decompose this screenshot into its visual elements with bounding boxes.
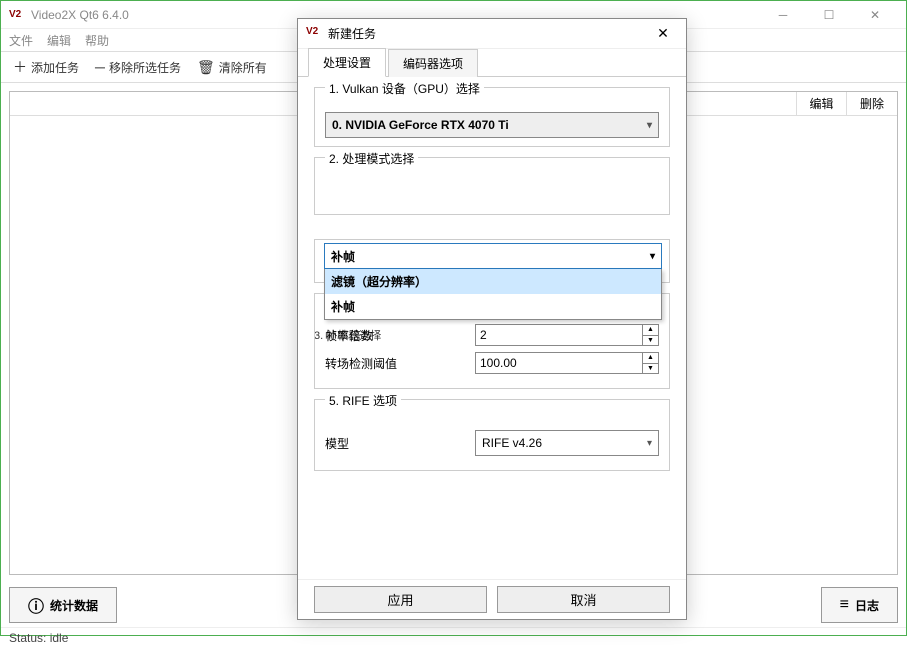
spin-up-icon[interactable]: ▲ (643, 325, 658, 336)
col-edit[interactable]: 编辑 (797, 92, 847, 115)
model-label: 模型 (325, 435, 475, 452)
chevron-down-icon: ▾ (647, 438, 652, 449)
frame-mult-value: 2 (480, 328, 487, 342)
plus-icon: ＋ (13, 57, 27, 77)
model-select-value: RIFE v4.26 (482, 436, 542, 450)
dialog-titlebar[interactable]: V2 新建任务 ✕ (298, 19, 686, 49)
info-icon: ⓘ (28, 593, 44, 617)
mode-select-value: 补帧 (331, 248, 355, 265)
cancel-button[interactable]: 取消 (497, 586, 670, 613)
col-delete[interactable]: 删除 (847, 92, 897, 115)
gpu-select-value: 0. NVIDIA GeForce RTX 4070 Ti (332, 118, 509, 132)
add-task-button[interactable]: ＋ 添加任务 (7, 55, 85, 79)
section-mode: 2. 处理模式选择 (314, 157, 670, 215)
log-button[interactable]: ≡ 日志 (821, 587, 898, 623)
stats-button[interactable]: ⓘ 统计数据 (9, 587, 117, 623)
new-task-dialog: V2 新建任务 ✕ 处理设置 编码器选项 1. Vulkan 设备（GPU）选择… (297, 18, 687, 620)
gpu-select[interactable]: 0. NVIDIA GeForce RTX 4070 Ti ▾ (325, 112, 659, 138)
chevron-down-icon: ▾ (647, 120, 652, 131)
spin-up-icon[interactable]: ▲ (643, 353, 658, 364)
log-icon: ≡ (840, 596, 849, 614)
clear-all-button[interactable]: 🗑 清除所有 (191, 57, 273, 78)
section-rife: 5. RIFE 选项 模型 RIFE v4.26 ▾ (314, 399, 670, 471)
chevron-down-icon: ▾ (650, 251, 655, 262)
mode-select-list: 滤镜（超分辨率） 补帧 (324, 269, 662, 320)
dialog-title: 新建任务 (328, 25, 648, 42)
section-gpu-label: 1. Vulkan 设备（GPU）选择 (325, 80, 484, 97)
section-gpu: 1. Vulkan 设备（GPU）选择 0. NVIDIA GeForce RT… (314, 87, 670, 147)
remove-selected-label: 移除所选任务 (109, 59, 181, 76)
section-rife-label: 5. RIFE 选项 (325, 392, 401, 409)
close-button[interactable]: ✕ (852, 1, 898, 29)
mode-select[interactable]: 补帧 ▾ (324, 243, 662, 269)
tab-encoder[interactable]: 编码器选项 (388, 49, 478, 77)
add-task-label: 添加任务 (31, 59, 79, 76)
dialog-app-icon: V2 (306, 26, 322, 42)
mode-select-open: 补帧 ▾ 滤镜（超分辨率） 补帧 (324, 243, 662, 320)
minimize-button[interactable]: ─ (760, 1, 806, 29)
mode-option-interp[interactable]: 补帧 (325, 294, 661, 319)
scene-threshold-value: 100.00 (480, 356, 517, 370)
scene-threshold-label: 转场检测阈值 (325, 355, 475, 372)
status-text: Status: idle (9, 631, 68, 645)
minus-icon: ─ (95, 59, 105, 75)
menu-edit[interactable]: 编辑 (47, 32, 71, 49)
frame-mult-label: 帧率倍数 (325, 327, 475, 344)
remove-selected-button[interactable]: ─ 移除所选任务 (89, 57, 187, 78)
log-label: 日志 (855, 597, 879, 614)
menu-help[interactable]: 帮助 (85, 32, 109, 49)
menu-file[interactable]: 文件 (9, 32, 33, 49)
dialog-buttons: 应用 取消 (298, 579, 686, 619)
dialog-tabs: 处理设置 编码器选项 (298, 49, 686, 77)
mode-option-filter[interactable]: 滤镜（超分辨率） (325, 269, 661, 294)
dialog-close-button[interactable]: ✕ (648, 25, 678, 42)
scene-threshold-input[interactable]: 100.00 ▲▼ (475, 352, 659, 374)
statusbar: Status: idle (1, 627, 906, 647)
frame-mult-input[interactable]: 2 ▲▼ (475, 324, 659, 346)
maximize-button[interactable]: ☐ (806, 1, 852, 29)
stats-label: 统计数据 (50, 597, 98, 614)
spin-down-icon[interactable]: ▼ (643, 336, 658, 346)
apply-button[interactable]: 应用 (314, 586, 487, 613)
dialog-body: 1. Vulkan 设备（GPU）选择 0. NVIDIA GeForce RT… (298, 77, 686, 579)
clear-all-label: 清除所有 (219, 59, 267, 76)
model-select[interactable]: RIFE v4.26 ▾ (475, 430, 659, 456)
app-icon: V2 (9, 7, 25, 23)
tab-processing[interactable]: 处理设置 (308, 48, 386, 77)
spin-down-icon[interactable]: ▼ (643, 364, 658, 374)
trash-icon: 🗑 (197, 59, 215, 76)
section-mode-label: 2. 处理模式选择 (325, 150, 418, 167)
